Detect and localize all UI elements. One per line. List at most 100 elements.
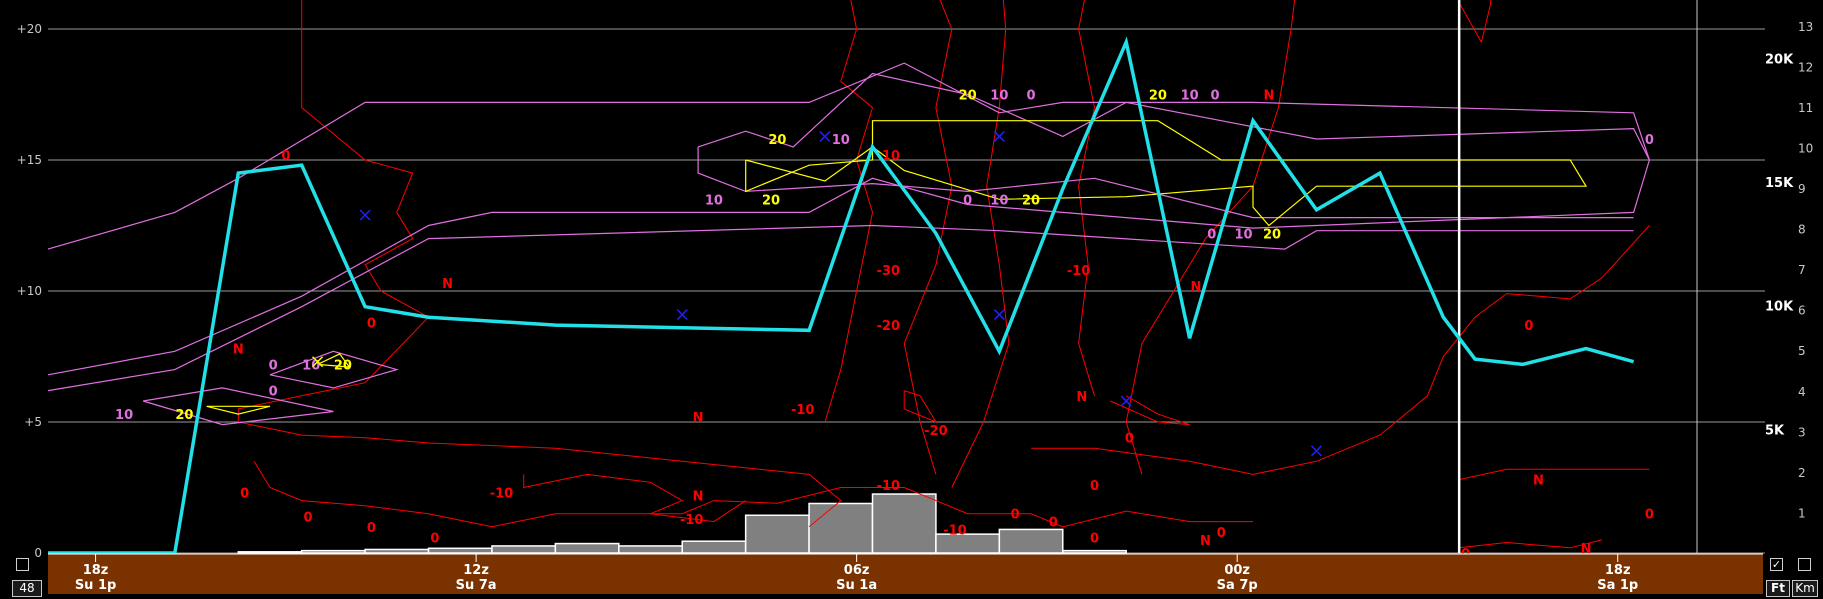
rh-label: 0 — [1645, 133, 1654, 148]
n-label: N — [1200, 534, 1211, 549]
y-tick-label-left: +10 — [17, 284, 42, 298]
y-tick-label-left: +15 — [17, 153, 42, 167]
x-tick-label-utc: 00z — [1224, 563, 1250, 578]
rh-label: 0 — [269, 385, 278, 400]
temperature-label: 0 — [281, 149, 290, 164]
precip-bar — [364, 548, 430, 554]
x-tick-label-utc: 12z — [463, 563, 489, 578]
y-tick-label-km: 12 — [1798, 60, 1813, 74]
temperature-contour — [523, 473, 746, 523]
y-tick-label-left: 0 — [34, 546, 42, 560]
rh-label: 10 — [302, 358, 320, 373]
rh-label: 10 — [115, 408, 133, 423]
y-tick-label-km: 2 — [1798, 466, 1806, 480]
rh-label: 10 — [1181, 89, 1199, 104]
n-label: N — [442, 277, 453, 292]
y-tick-label-km: 9 — [1798, 182, 1806, 196]
units-ft-button[interactable]: Ft — [1766, 580, 1790, 597]
temperature-label: -30 — [877, 264, 901, 279]
icing-label: 20 — [959, 89, 977, 104]
hours-field[interactable]: 48 — [12, 580, 42, 597]
rh-contour — [47, 159, 1650, 376]
y-tick-label-km: 5 — [1798, 344, 1806, 358]
rh-label: 0 — [1210, 89, 1219, 104]
sounding-chart: 0+5+10+15+205K10K15K20K12345678910111213… — [17, 0, 1813, 594]
n-label: N — [1191, 280, 1202, 295]
temperature-label: 0 — [1217, 526, 1226, 541]
temperature-label: 0 — [1090, 531, 1099, 546]
y-tick-label-left: +5 — [24, 415, 42, 429]
units-ft-checkbox[interactable]: ✓ — [1770, 558, 1783, 571]
temperature-label: 0 — [304, 510, 313, 525]
temperature-contour — [903, 0, 953, 475]
precip-bar — [237, 551, 303, 554]
temperature-label: -20 — [877, 319, 901, 334]
icing-label: 20 — [1022, 193, 1040, 208]
icing-label: 20 — [175, 408, 193, 423]
x-marker — [1310, 445, 1322, 457]
temperature-label: -20 — [924, 424, 948, 439]
time-bar — [48, 554, 1763, 594]
y-tick-label-km: 7 — [1798, 263, 1806, 277]
temperature-label: 0 — [367, 316, 376, 331]
rh-contour — [47, 224, 1634, 392]
temperature-label: 0 — [1524, 319, 1533, 334]
rh-label: 0 — [269, 358, 278, 373]
n-label: N — [1263, 89, 1274, 104]
temperature-label: -10 — [791, 403, 815, 418]
icing-label: 20 — [1263, 227, 1281, 242]
temperature-label: 0 — [1125, 432, 1134, 447]
temperature-label: 0 — [367, 521, 376, 536]
x-tick-label-local: Su 1p — [75, 578, 117, 593]
y-tick-label-kft: 10K — [1765, 300, 1794, 315]
temperature-contour — [903, 390, 938, 424]
temperature-contour — [951, 0, 1010, 488]
temperature-contour — [1110, 395, 1190, 426]
temperature-label: 0 — [240, 487, 249, 502]
precip-bar — [554, 542, 620, 554]
rh-label: 10 — [832, 133, 850, 148]
n-label: N — [693, 489, 704, 504]
n-label: N — [1533, 474, 1544, 489]
precip-bar — [681, 540, 747, 554]
temperature-contour — [1458, 468, 1650, 553]
y-tick-label-km: 3 — [1798, 425, 1806, 439]
precip-bar — [998, 528, 1064, 554]
temperature-label: 0 — [1049, 516, 1058, 531]
icing-label: 20 — [768, 133, 786, 148]
temperature-label: 0 — [1645, 508, 1654, 523]
x-tick-label-local: Su 1a — [836, 578, 877, 593]
precip-bar — [300, 549, 366, 554]
icing-label: 20 — [1149, 89, 1167, 104]
series-line — [48, 36, 1635, 555]
x-tick-label-local: Sa 7p — [1217, 578, 1258, 593]
icing-label: 20 — [334, 358, 352, 373]
x-tick-label-utc: 18z — [1605, 563, 1631, 578]
temperature-contour — [1458, 0, 1492, 44]
n-label: N — [1076, 390, 1087, 405]
icing-label: 20 — [762, 193, 780, 208]
rh-label: 0 — [1027, 89, 1036, 104]
units-km-button[interactable]: Km — [1792, 580, 1818, 597]
y-tick-label-left: +20 — [17, 22, 42, 36]
temperature-label: -10 — [680, 513, 704, 528]
x-marker — [819, 130, 831, 142]
rh-label: 10 — [990, 89, 1008, 104]
units-km-checkbox[interactable] — [1798, 558, 1811, 571]
rh-label: 10 — [705, 193, 723, 208]
precip-bar — [871, 493, 937, 554]
temperature-label: -10 — [943, 523, 967, 538]
x-tick-label-local: Sa 1p — [1597, 578, 1638, 593]
x-marker — [993, 309, 1005, 321]
precip-bar — [808, 502, 874, 554]
precip-bar — [427, 547, 493, 554]
temperature-label: -10 — [1067, 264, 1091, 279]
y-tick-label-km: 13 — [1798, 20, 1813, 34]
x-tick-label-local: Su 7a — [456, 578, 497, 593]
y-tick-label-km: 4 — [1798, 385, 1806, 399]
precip-bar — [744, 514, 810, 554]
rh-label: 0 — [963, 193, 972, 208]
y-tick-label-km: 6 — [1798, 304, 1806, 318]
hours-toggle-checkbox[interactable] — [16, 558, 29, 571]
y-tick-label-km: 8 — [1798, 223, 1806, 237]
